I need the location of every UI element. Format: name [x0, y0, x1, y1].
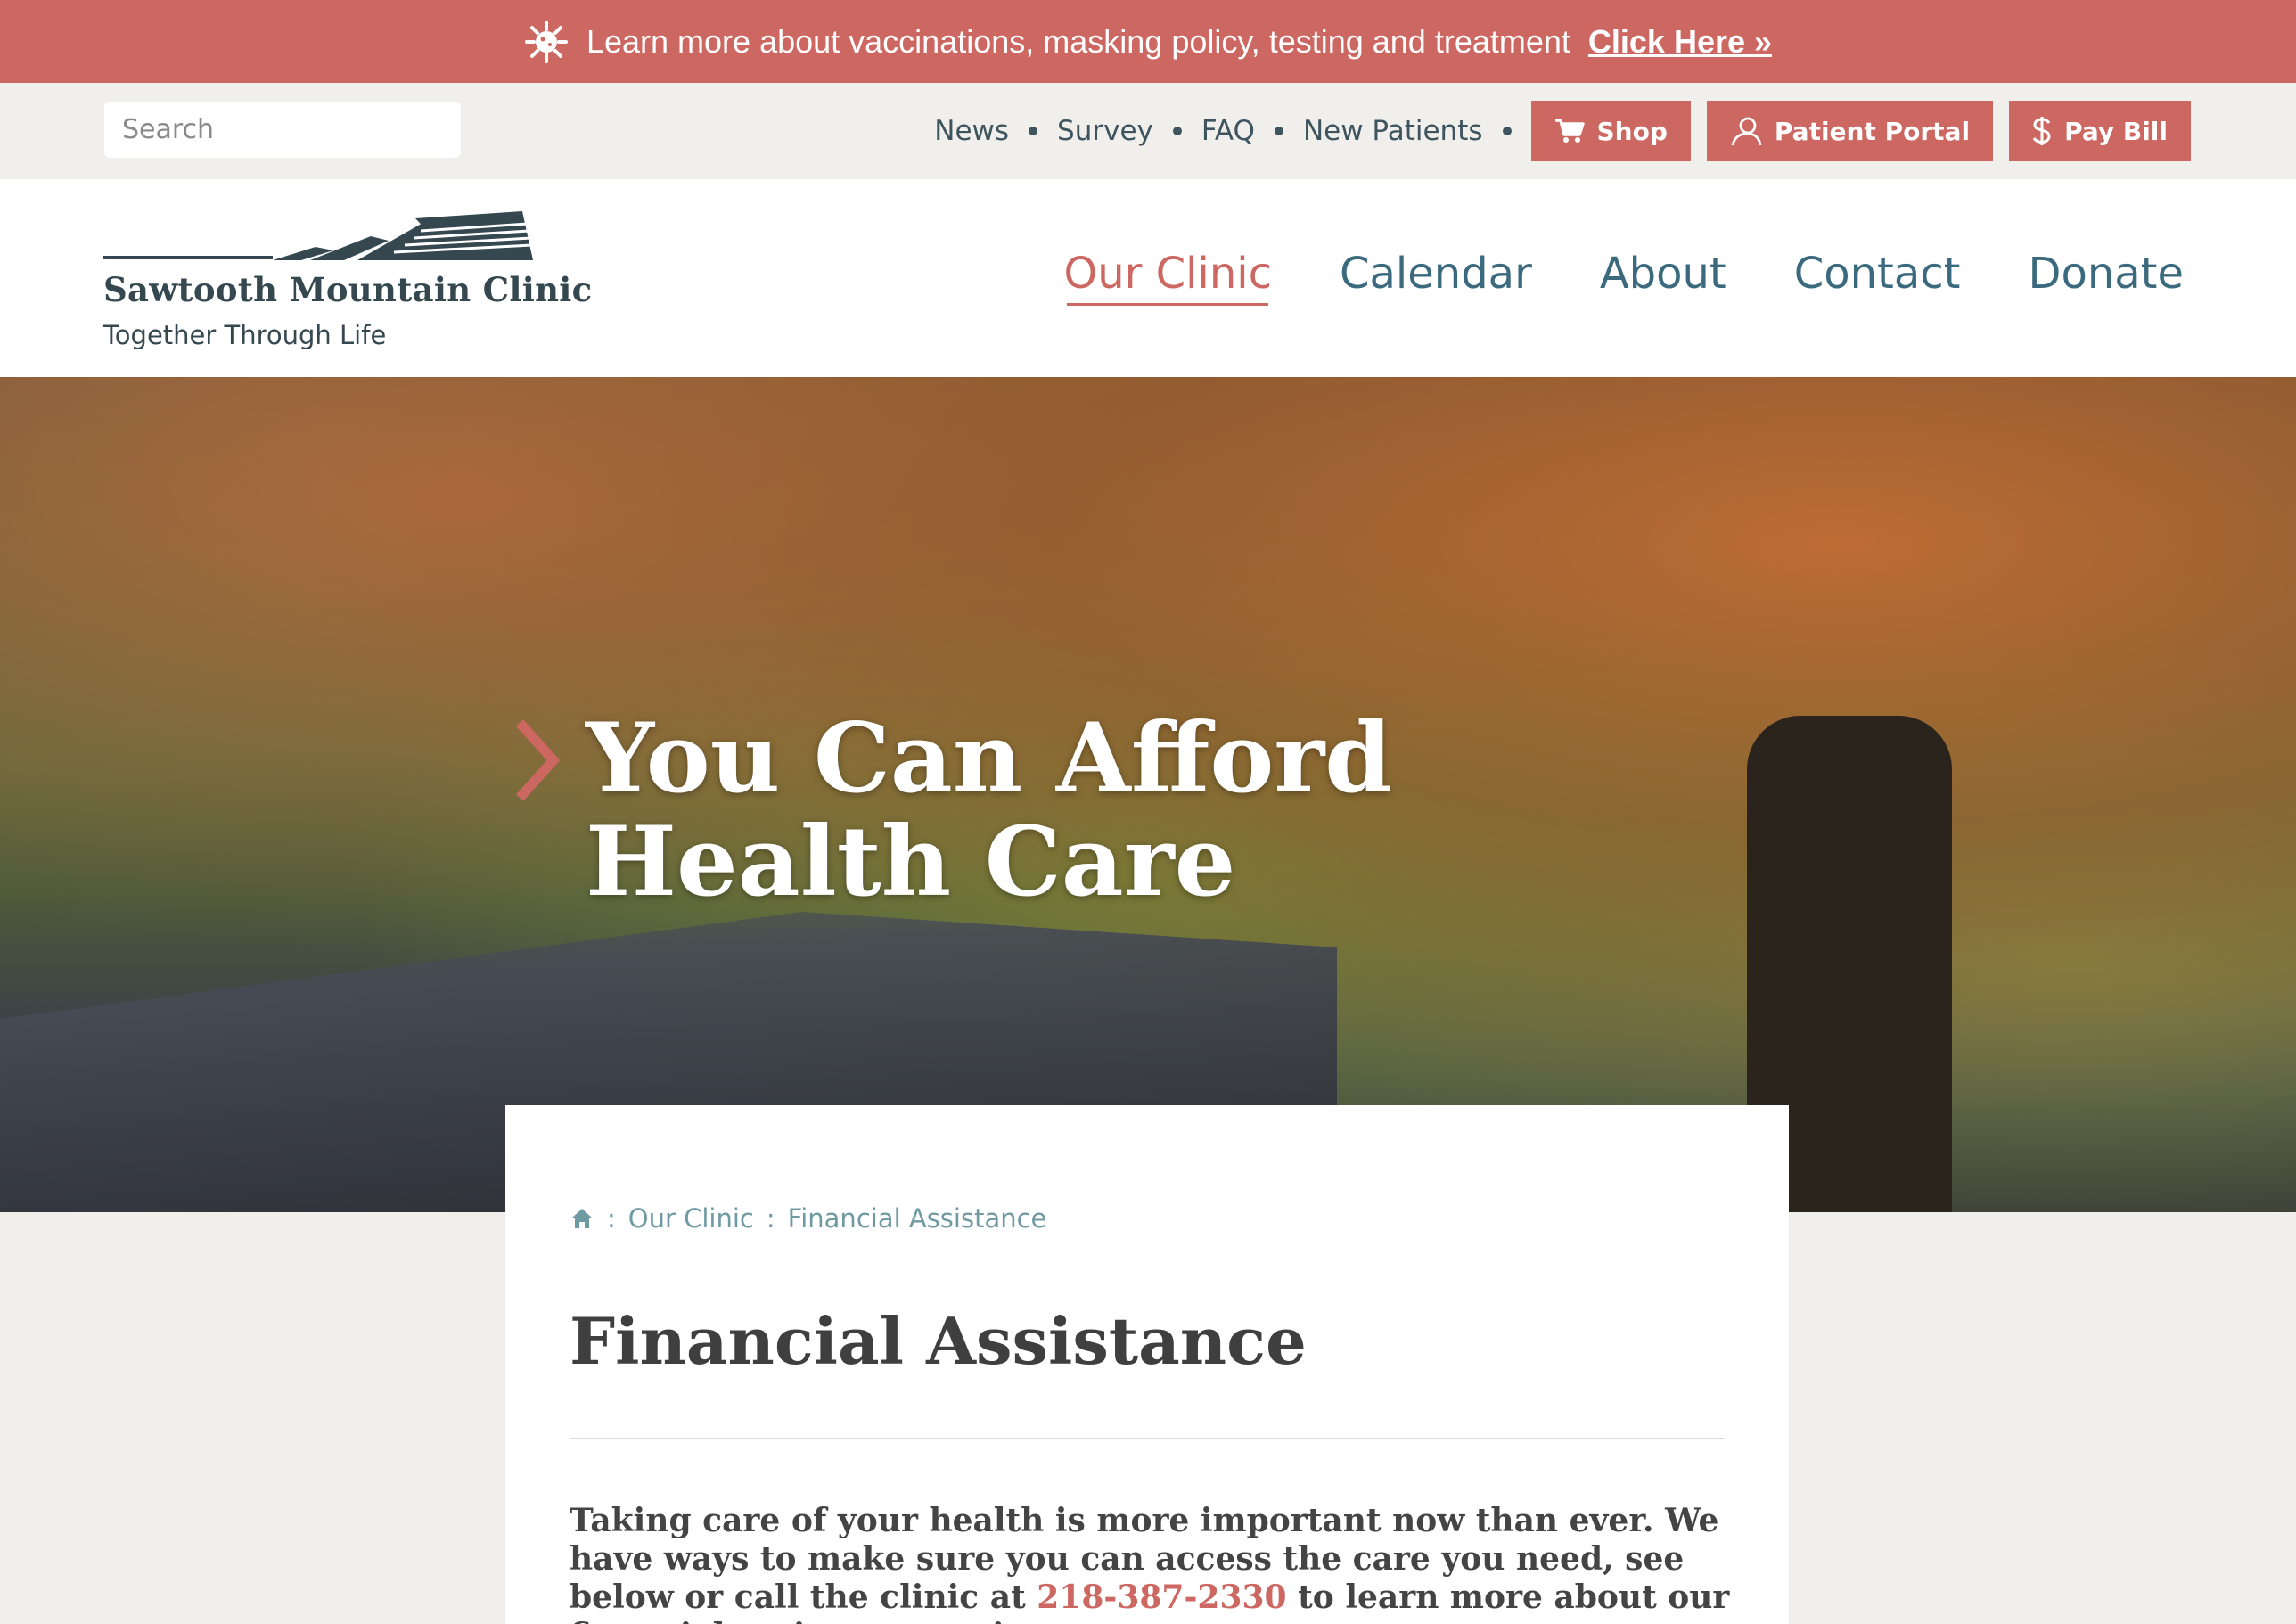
dollar-icon	[2032, 117, 2051, 145]
cart-icon	[1554, 119, 1585, 143]
mountain-logo-icon	[103, 211, 533, 260]
user-icon	[1731, 117, 1762, 146]
shop-label: Shop	[1596, 116, 1668, 146]
utility-bar: News Survey FAQ New Patients Shop Patien…	[0, 83, 2296, 179]
breadcrumb-separator: :	[766, 1203, 775, 1234]
utility-links: News Survey FAQ New Patients Shop Patien…	[934, 101, 2191, 161]
faq-link[interactable]: FAQ	[1201, 115, 1255, 147]
patient-portal-label: Patient Portal	[1774, 116, 1971, 146]
site-header: Sawtooth Mountain Clinic Together Throug…	[0, 179, 2296, 377]
pay-bill-button[interactable]: Pay Bill	[2009, 101, 2191, 161]
separator-dot	[1172, 127, 1182, 135]
nav-our-clinic[interactable]: Our Clinic	[1063, 249, 1272, 306]
intro-paragraph: Taking care of your health is more impor…	[570, 1502, 1737, 1624]
separator-dot	[1274, 127, 1283, 135]
content-card: : Our Clinic : Financial Assistance Fina…	[505, 1105, 1789, 1624]
search-box	[104, 102, 461, 158]
news-link[interactable]: News	[934, 115, 1009, 147]
breadcrumb: : Our Clinic : Financial Assistance	[570, 1203, 1046, 1234]
alert-click-here-link[interactable]: Click Here »	[1588, 23, 1772, 61]
breadcrumb-separator: :	[607, 1203, 616, 1234]
alert-text: Learn more about vaccinations, masking p…	[586, 22, 1570, 60]
page-title: Financial Assistance	[570, 1303, 1307, 1379]
logo-name: Sawtooth Mountain Clinic	[103, 270, 593, 309]
alert-bar: Learn more about vaccinations, masking p…	[0, 0, 2296, 83]
survey-link[interactable]: Survey	[1057, 115, 1153, 147]
new-patients-link[interactable]: New Patients	[1303, 115, 1483, 147]
nav-calendar[interactable]: Calendar	[1340, 249, 1532, 299]
separator-dot	[1502, 127, 1512, 135]
clinic-logo[interactable]: Sawtooth Mountain Clinic Together Throug…	[103, 211, 592, 350]
pay-bill-label: Pay Bill	[2064, 116, 2168, 146]
clinic-phone-link[interactable]: 218-387-2330	[1037, 1579, 1286, 1616]
nav-about[interactable]: About	[1600, 249, 1726, 299]
logo-tagline: Together Through Life	[103, 320, 387, 350]
nav-contact[interactable]: Contact	[1794, 249, 1961, 299]
home-icon[interactable]	[570, 1207, 594, 1230]
main-nav: Our Clinic Calendar About Contact Donate	[1063, 249, 2184, 306]
separator-dot	[1029, 127, 1038, 135]
virus-icon	[524, 20, 568, 63]
chevron-right-icon	[515, 719, 561, 801]
shop-button[interactable]: Shop	[1530, 101, 1691, 161]
breadcrumb-our-clinic[interactable]: Our Clinic	[628, 1203, 754, 1234]
breadcrumb-current: Financial Assistance	[787, 1203, 1047, 1234]
search-input[interactable]	[122, 114, 455, 145]
hero-title: You Can Afford Health Care	[586, 702, 1392, 918]
hero-banner: You Can Afford Health Care	[0, 377, 2296, 1212]
patient-portal-button[interactable]: Patient Portal	[1706, 101, 1994, 161]
title-divider	[570, 1438, 1725, 1439]
nav-donate[interactable]: Donate	[2028, 249, 2184, 299]
